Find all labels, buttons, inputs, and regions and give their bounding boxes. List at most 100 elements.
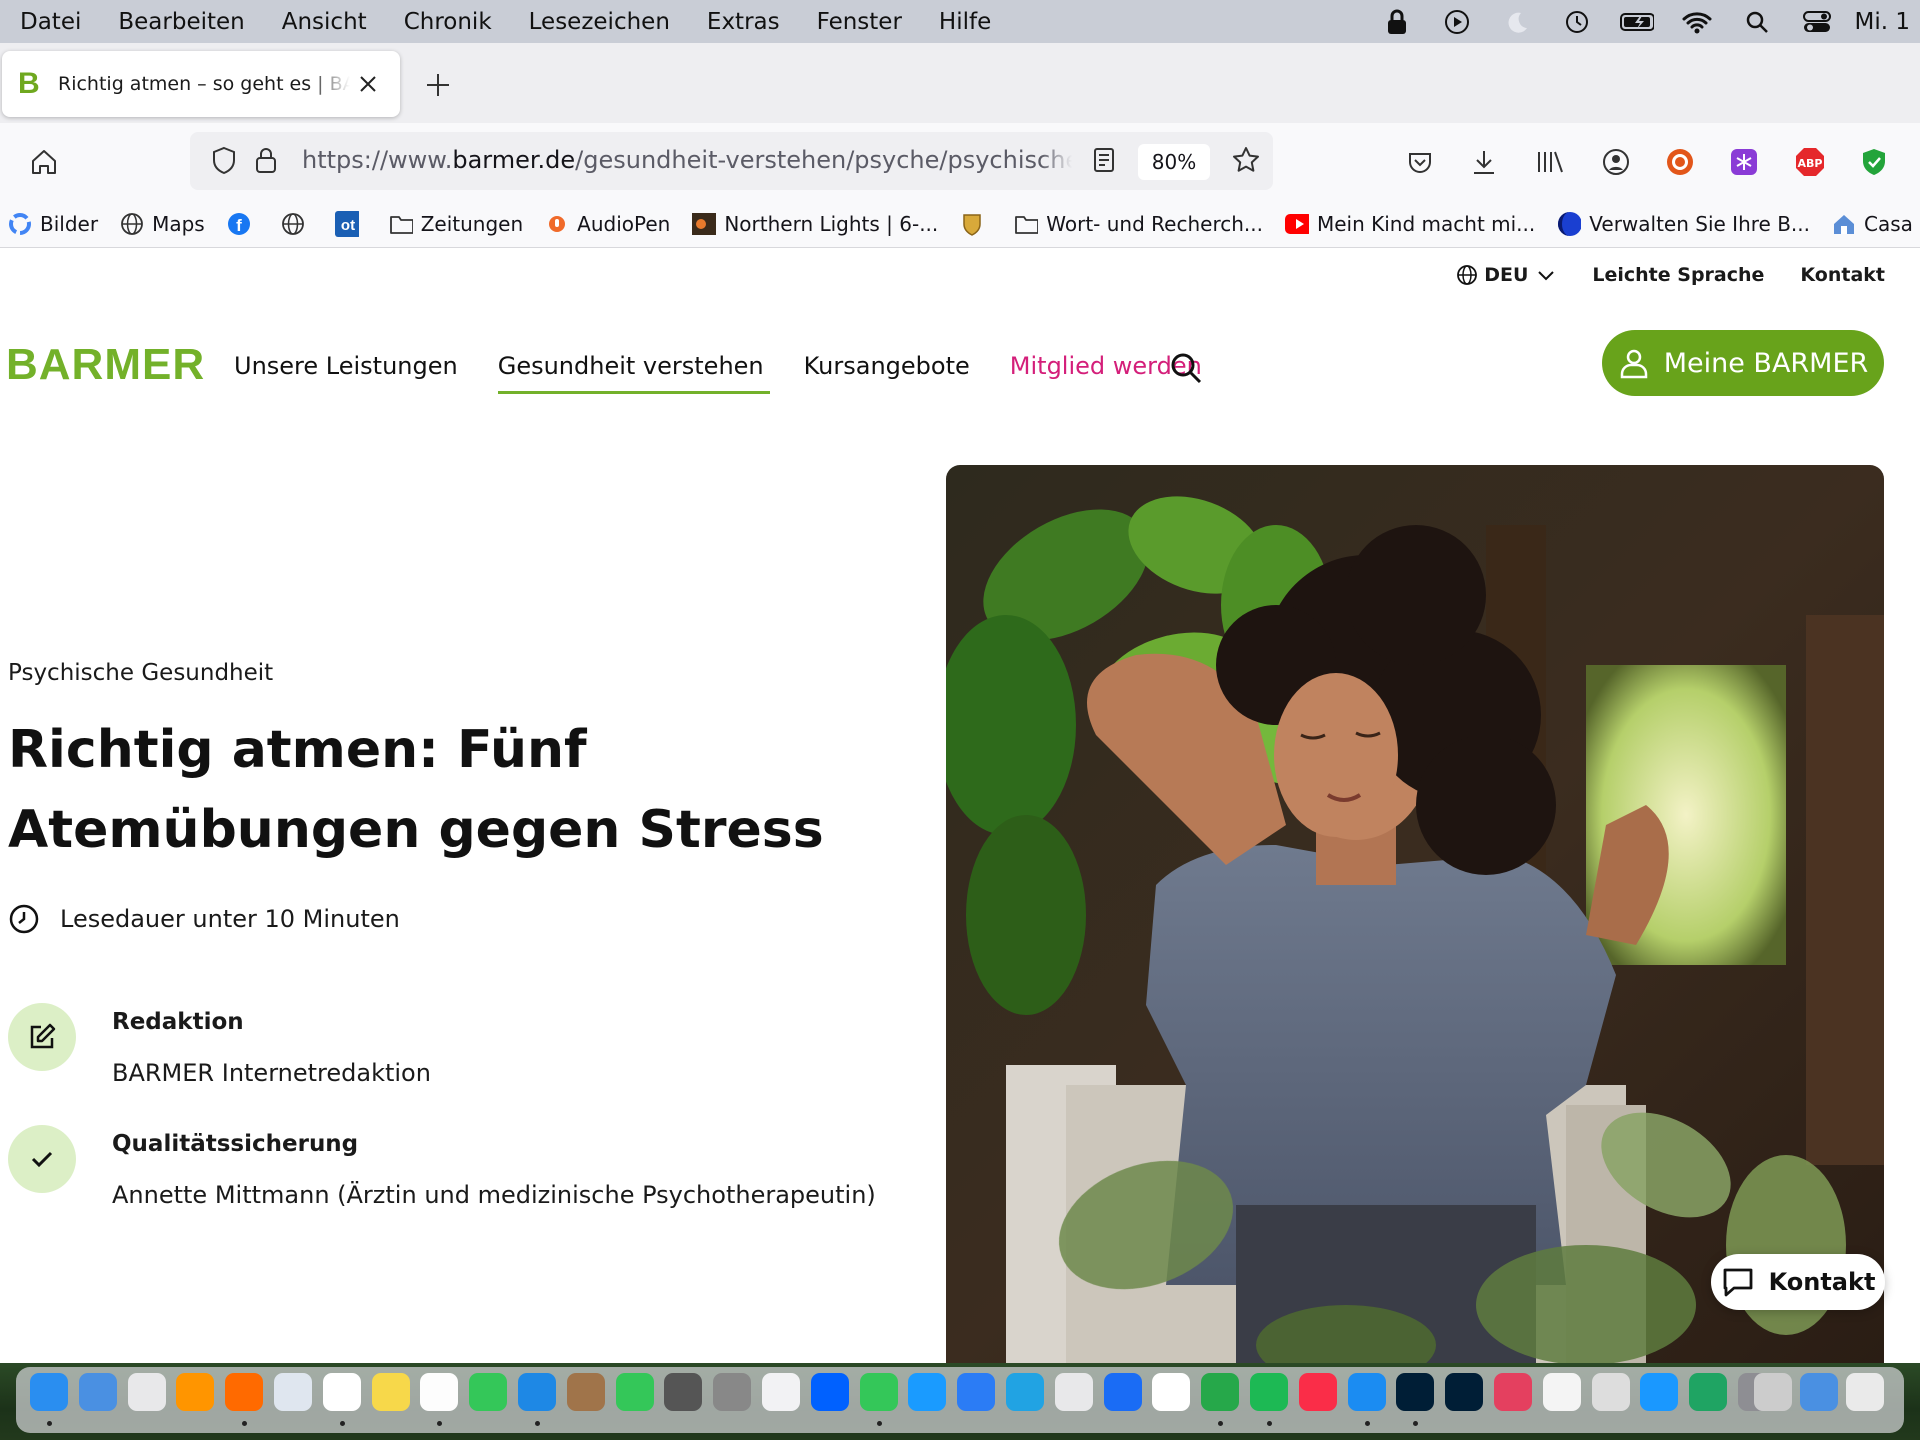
chrome-icon[interactable] <box>322 1373 361 1411</box>
bookmark-item[interactable]: Mein Kind macht mi... <box>1284 212 1535 236</box>
calculator-app-icon[interactable] <box>664 1373 703 1411</box>
breadcrumb[interactable]: Psychische Gesundheit <box>8 660 273 686</box>
control-center-icon[interactable] <box>1800 7 1834 37</box>
moon-icon[interactable] <box>1500 7 1534 37</box>
home-icon[interactable] <box>24 142 64 182</box>
search-icon[interactable] <box>1170 352 1202 384</box>
url-text[interactable]: https://www.barmer.de/gesundheit-versteh… <box>302 146 1072 174</box>
url-bar[interactable]: https://www.barmer.de/gesundheit-versteh… <box>190 132 1273 190</box>
tracking-protection-shield-icon[interactable] <box>204 140 244 180</box>
bookmark-item[interactable]: f <box>227 212 259 236</box>
bookmark-item[interactable]: Zeitungen <box>389 212 523 236</box>
dropbox-icon[interactable] <box>810 1373 849 1411</box>
play-status-icon[interactable] <box>1440 7 1474 37</box>
launchpad-icon[interactable] <box>127 1373 166 1411</box>
evernote-icon[interactable] <box>1201 1373 1240 1411</box>
meine-barmer-button[interactable]: Meine BARMER <box>1602 330 1884 396</box>
bookmark-item[interactable] <box>960 212 992 236</box>
trash-icon[interactable] <box>1846 1373 1884 1411</box>
bookmark-item[interactable]: Wort- und Recherch... <box>1014 212 1263 236</box>
extension-star-icon[interactable] <box>1724 142 1764 182</box>
messages-icon[interactable] <box>859 1373 898 1411</box>
maps-icon[interactable] <box>908 1373 947 1411</box>
menu-lesezeichen[interactable]: Lesezeichen <box>529 9 670 35</box>
adblock-plus-icon[interactable]: ABP <box>1790 142 1830 182</box>
reader-view-icon[interactable] <box>1084 140 1124 180</box>
folder-icon[interactable] <box>1800 1373 1838 1411</box>
menubar-clock[interactable]: Mi. 1 <box>1855 9 1911 35</box>
bookmark-item[interactable]: AudioPen <box>545 212 670 236</box>
bookmark-item[interactable]: Maps <box>120 212 205 236</box>
spotify-icon[interactable] <box>1250 1373 1288 1411</box>
spotlight-search-icon[interactable] <box>1740 7 1774 37</box>
photos-icon[interactable] <box>420 1373 459 1411</box>
library-icon[interactable] <box>1530 142 1570 182</box>
bookmark-item[interactable]: Casa Clara <box>1832 212 1920 236</box>
preview-icon[interactable] <box>274 1373 312 1411</box>
pocket-icon[interactable] <box>1400 142 1440 182</box>
downloads-icon[interactable] <box>1464 142 1504 182</box>
printer-icon[interactable] <box>1591 1373 1630 1411</box>
menu-bearbeiten[interactable]: Bearbeiten <box>118 9 244 35</box>
lightroom-icon[interactable] <box>1445 1373 1484 1411</box>
time-machine-icon[interactable] <box>1560 7 1594 37</box>
security-shield-extension-icon[interactable] <box>1854 142 1894 182</box>
bookmark-star-icon[interactable] <box>1226 140 1266 180</box>
google-icon <box>8 212 32 236</box>
vpn-icon[interactable] <box>1006 1373 1044 1411</box>
appstore-icon[interactable] <box>1103 1373 1142 1411</box>
prime-video-icon[interactable] <box>1640 1373 1679 1411</box>
tab-close-icon[interactable] <box>356 72 380 96</box>
account-icon[interactable] <box>1596 142 1636 182</box>
menu-chronik[interactable]: Chronik <box>404 9 492 35</box>
nav-gesundheit-verstehen[interactable]: Gesundheit verstehen <box>497 352 770 394</box>
apple-menu-datei[interactable]: Datei <box>20 9 81 35</box>
screen-icon[interactable] <box>1347 1373 1386 1411</box>
browser-tab-active[interactable]: B Richtig atmen – so geht es | BARMER <box>2 51 400 117</box>
photoshop-icon[interactable] <box>1396 1373 1435 1411</box>
nav-unsere-leistungen[interactable]: Unsere Leistungen <box>234 352 458 380</box>
pages-icon[interactable] <box>176 1373 215 1411</box>
appstore-icon[interactable] <box>1054 1373 1093 1411</box>
mail-icon[interactable] <box>78 1373 117 1411</box>
padlock-icon[interactable] <box>246 140 286 180</box>
numbers-icon[interactable] <box>469 1373 508 1411</box>
bookmark-item[interactable]: ot <box>334 211 367 237</box>
barmer-logo[interactable]: BARMER <box>6 340 205 390</box>
music-icon[interactable] <box>1298 1373 1337 1411</box>
finder-icon[interactable] <box>30 1373 68 1411</box>
google-drive-icon[interactable] <box>1689 1373 1728 1411</box>
calculator-icon[interactable] <box>713 1373 752 1411</box>
zoom-level-indicator[interactable]: 80% <box>1138 144 1210 180</box>
notes-icon[interactable] <box>371 1373 410 1411</box>
language-selector[interactable]: DEU <box>1456 264 1556 286</box>
nav-kursangebote[interactable]: Kursangebote <box>804 352 970 380</box>
wifi-icon[interactable] <box>1680 7 1714 37</box>
easy-language-link[interactable]: Leichte Sprache <box>1592 264 1764 286</box>
duckduckgo-extension-icon[interactable] <box>1660 142 1700 182</box>
menu-extras[interactable]: Extras <box>707 9 780 35</box>
creative-cloud-icon[interactable] <box>1494 1373 1532 1411</box>
bookmark-item[interactable]: Verwalten Sie Ihre B... <box>1557 212 1810 236</box>
bookmark-item[interactable] <box>281 212 313 236</box>
textedit-icon[interactable] <box>1542 1373 1581 1411</box>
safari-icon[interactable] <box>518 1373 556 1411</box>
battery-icon[interactable] <box>1619 7 1654 37</box>
floating-contact-button[interactable]: Kontakt <box>1711 1254 1885 1310</box>
utility-nav: DEU Leichte Sprache Kontakt <box>1420 264 1885 286</box>
reminders-icon[interactable] <box>762 1373 800 1411</box>
menu-fenster[interactable]: Fenster <box>817 9 902 35</box>
new-tab-plus-icon[interactable] <box>420 67 456 103</box>
contacts-icon[interactable] <box>566 1373 605 1411</box>
facetime-icon[interactable] <box>615 1373 654 1411</box>
menu-ansicht[interactable]: Ansicht <box>282 9 367 35</box>
skype-icon[interactable] <box>957 1373 996 1411</box>
bookmark-item[interactable]: Northern Lights | 6-... <box>692 212 938 236</box>
firefox-icon[interactable] <box>225 1373 264 1411</box>
menu-hilfe[interactable]: Hilfe <box>939 9 991 35</box>
lock-status-icon[interactable] <box>1380 7 1414 37</box>
contact-link[interactable]: Kontakt <box>1800 264 1885 286</box>
documents-icon[interactable] <box>1754 1373 1792 1411</box>
bookmark-item[interactable]: Bilder <box>8 212 98 236</box>
calendar-icon[interactable] <box>1152 1373 1191 1411</box>
